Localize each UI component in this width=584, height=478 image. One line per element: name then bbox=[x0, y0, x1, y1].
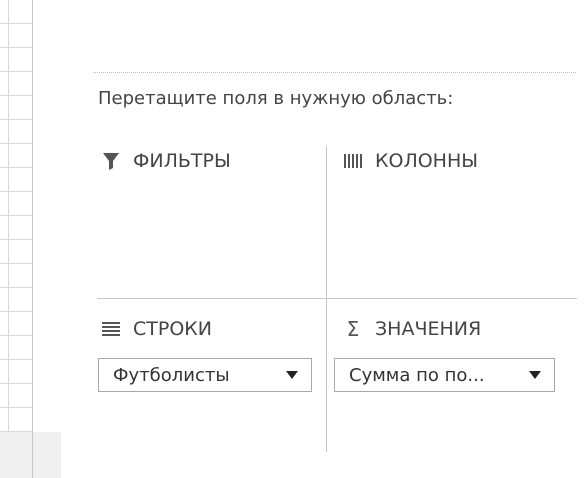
rows-icon bbox=[101, 319, 121, 339]
section-divider bbox=[93, 72, 576, 73]
filter-icon bbox=[101, 151, 121, 171]
filters-area-header: ФИЛЬТРЫ bbox=[101, 150, 231, 172]
areas-vertical-divider bbox=[326, 146, 327, 452]
dropdown-arrow-icon[interactable] bbox=[528, 370, 542, 380]
rows-field-label: Футболисты bbox=[113, 364, 230, 386]
pane-splitter[interactable] bbox=[32, 0, 62, 478]
rows-field-dropdown[interactable]: Футболисты bbox=[98, 358, 312, 392]
rows-area-label: СТРОКИ bbox=[133, 318, 212, 340]
columns-area-header: КОЛОННЫ bbox=[343, 150, 478, 172]
values-field-dropdown[interactable]: Сумма по по... bbox=[334, 358, 555, 392]
areas-horizontal-divider bbox=[97, 298, 577, 299]
spreadsheet-grid-strip bbox=[0, 0, 32, 478]
drag-fields-instruction: Перетащите поля в нужную область: bbox=[98, 88, 454, 109]
columns-area-label: КОЛОННЫ bbox=[375, 150, 479, 172]
columns-icon bbox=[343, 151, 363, 171]
values-field-label: Сумма по по... bbox=[349, 364, 485, 386]
rows-area-header: СТРОКИ bbox=[101, 318, 212, 340]
sheet-corner bbox=[0, 432, 32, 478]
scrollbar-corner bbox=[33, 432, 61, 478]
pivot-field-list-panel: Перетащите поля в нужную область: ФИЛЬТР… bbox=[61, 0, 584, 478]
dropdown-arrow-icon[interactable] bbox=[285, 370, 299, 380]
values-area-header: Σ ЗНАЧЕНИЯ bbox=[343, 317, 482, 341]
values-area-label: ЗНАЧЕНИЯ bbox=[375, 318, 482, 340]
filters-area-label: ФИЛЬТРЫ bbox=[133, 150, 231, 172]
sigma-icon: Σ bbox=[346, 317, 360, 341]
grid-column-line bbox=[8, 0, 9, 478]
